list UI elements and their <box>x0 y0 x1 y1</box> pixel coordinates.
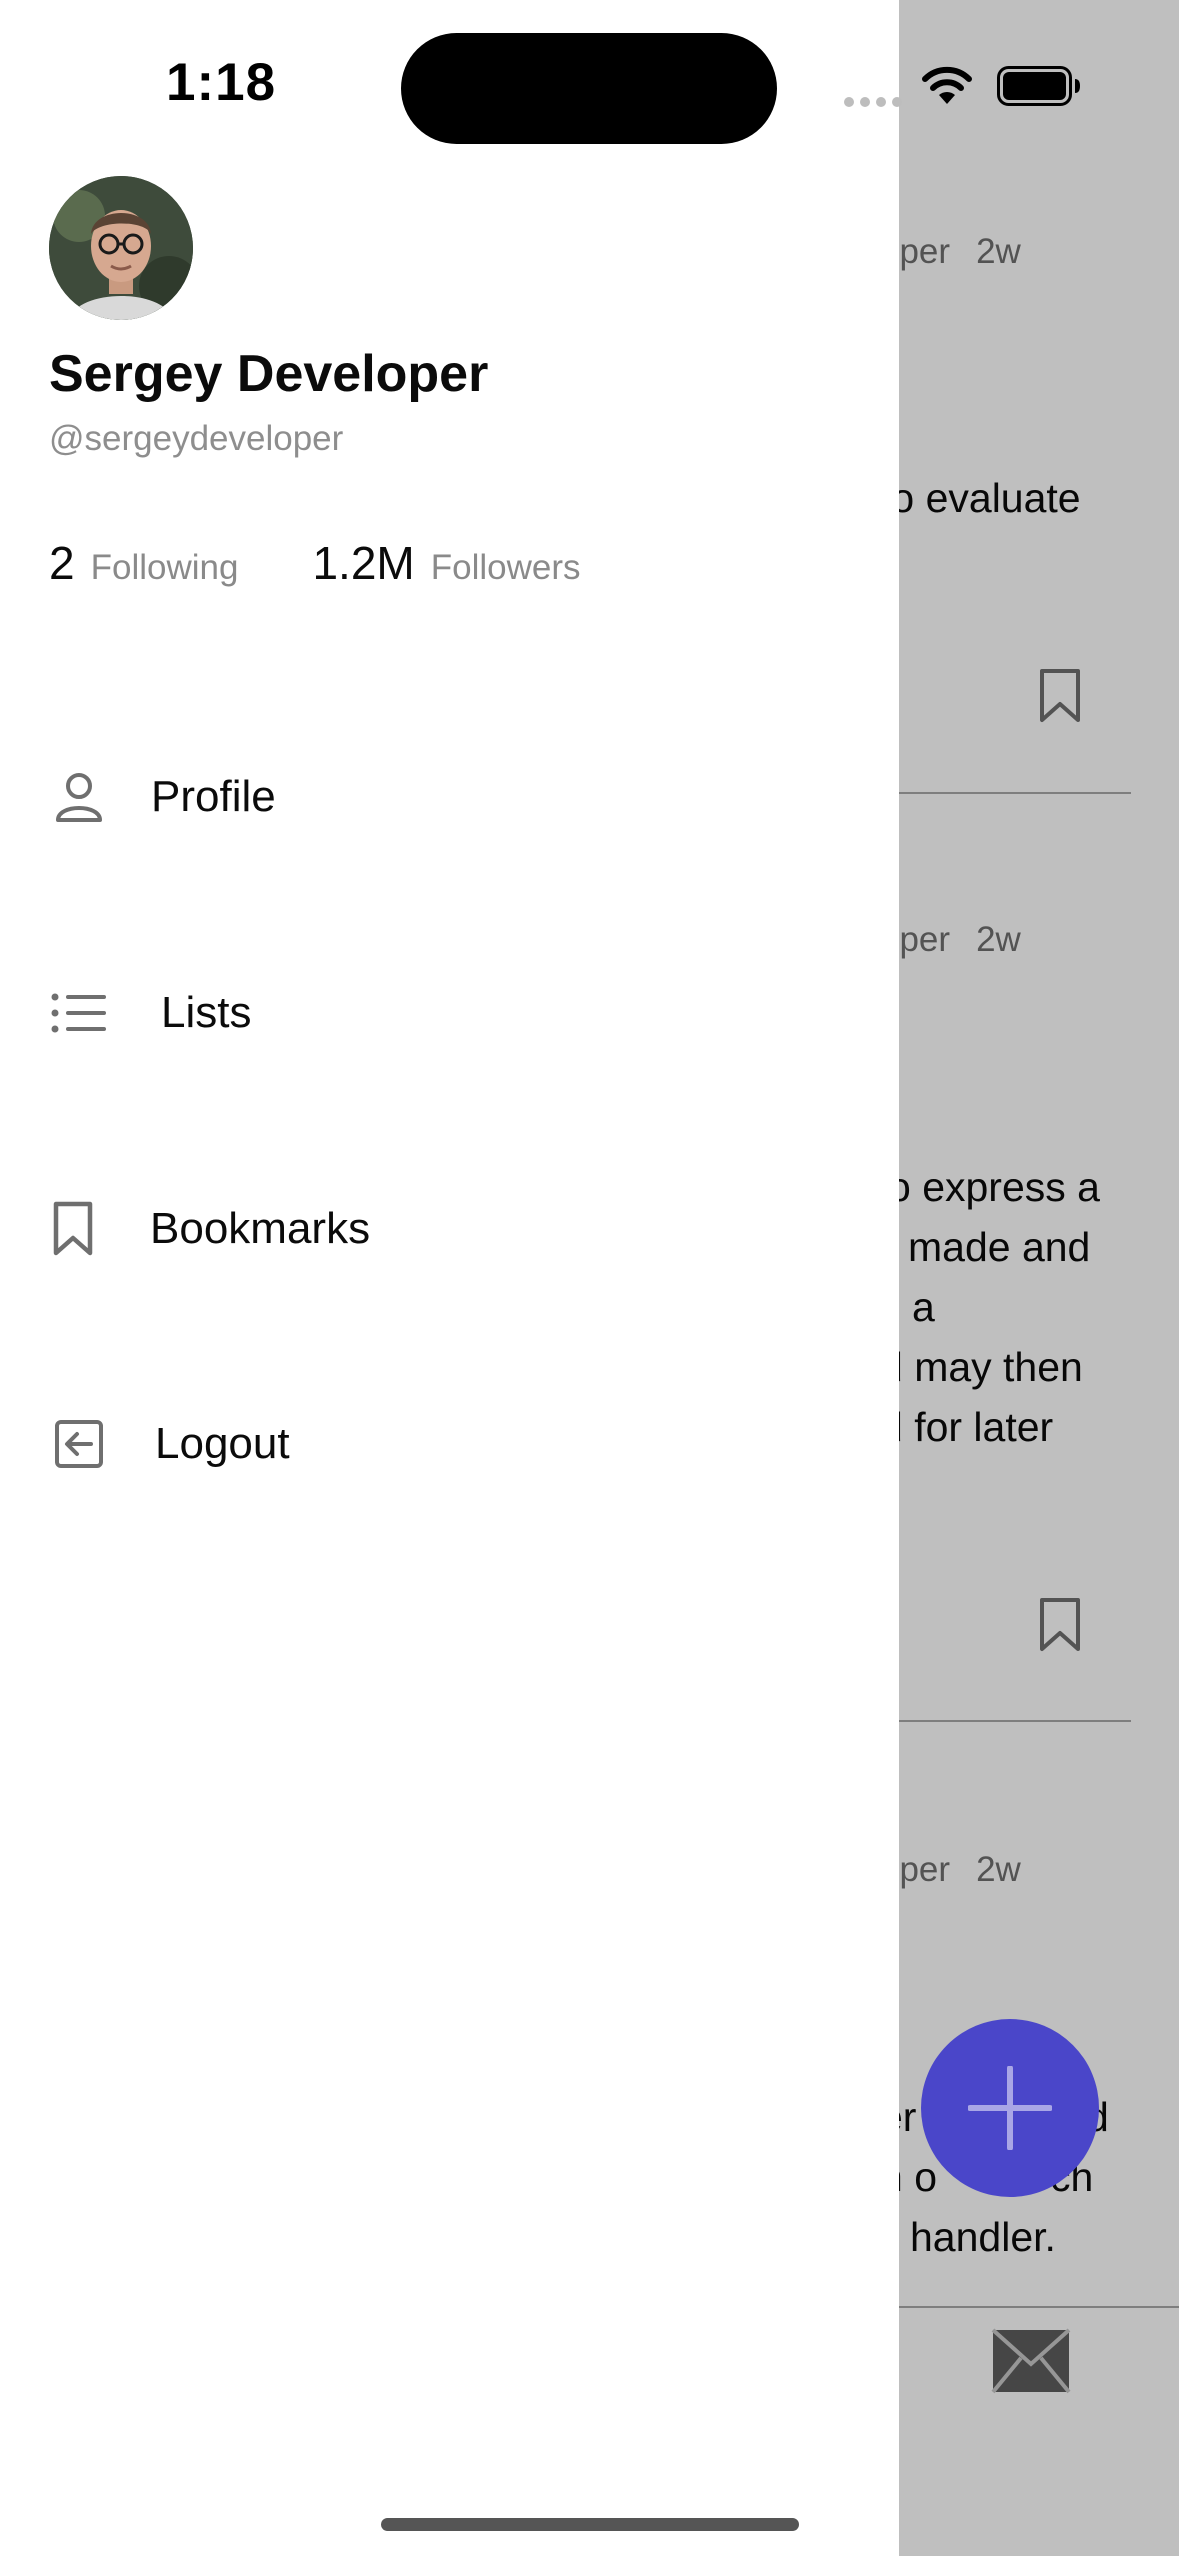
dynamic-island <box>401 33 777 144</box>
side-drawer: Sergey Developer @sergeydeveloper 2 Follo… <box>0 0 899 2556</box>
user-handle: @sergeydeveloper <box>49 419 344 458</box>
battery-icon <box>997 66 1080 106</box>
menu-item-label: Bookmarks <box>150 1204 371 1253</box>
plus-icon <box>968 2066 1052 2150</box>
profile-photo-icon <box>49 176 193 320</box>
bookmark-icon <box>49 1199 97 1259</box>
user-name: Sergey Developer <box>49 345 489 403</box>
list-icon <box>49 983 109 1043</box>
home-indicator[interactable] <box>381 2518 799 2531</box>
following-count: 2 <box>49 537 75 589</box>
follow-stats: 2 Following 1.2M Followers <box>49 536 580 590</box>
followers-stat[interactable]: 1.2M Followers <box>312 536 580 590</box>
status-bar: 1:18 <box>0 0 1179 150</box>
menu-item-label: Logout <box>155 1419 290 1468</box>
wifi-icon <box>922 66 972 104</box>
cellular-dots-icon <box>844 97 902 107</box>
followers-label: Followers <box>430 548 581 587</box>
menu-item-lists[interactable]: Lists <box>49 973 251 1053</box>
status-time: 1:18 <box>166 53 277 112</box>
logout-icon <box>49 1414 109 1474</box>
menu-item-label: Lists <box>161 988 252 1037</box>
followers-count: 1.2M <box>312 537 415 589</box>
person-icon <box>49 767 109 827</box>
menu-item-label: Profile <box>151 772 276 821</box>
following-stat[interactable]: 2 Following <box>49 536 238 590</box>
avatar[interactable] <box>49 176 193 320</box>
menu-item-logout[interactable]: Logout <box>49 1404 290 1484</box>
compose-button[interactable] <box>921 2019 1099 2197</box>
menu-item-bookmarks[interactable]: Bookmarks <box>49 1189 370 1269</box>
following-label: Following <box>90 548 239 587</box>
menu-item-profile[interactable]: Profile <box>49 757 276 837</box>
